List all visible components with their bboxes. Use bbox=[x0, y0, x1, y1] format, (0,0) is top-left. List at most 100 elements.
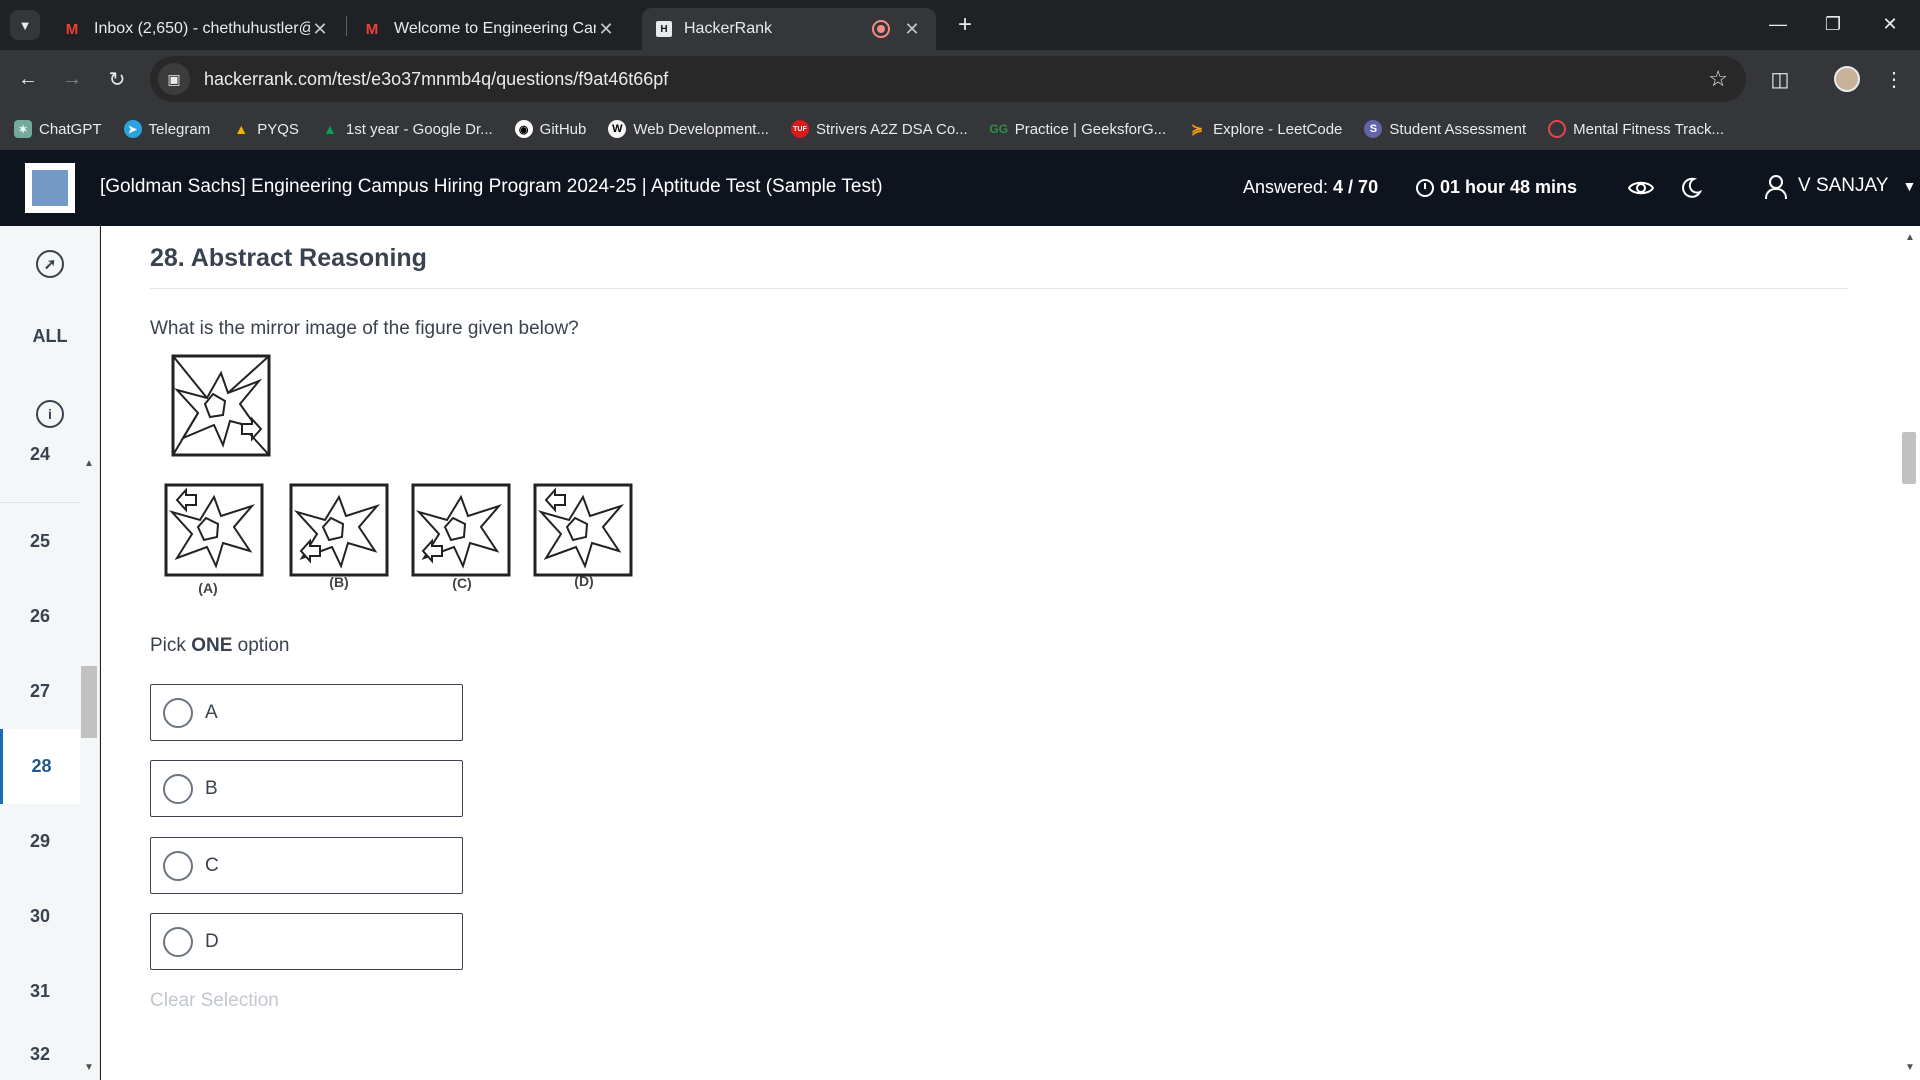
sidebar-scrollbar-thumb[interactable] bbox=[81, 666, 97, 738]
avatar bbox=[1834, 66, 1860, 92]
bookmark-chatgpt[interactable]: ✶ ChatGPT bbox=[14, 120, 102, 138]
extensions-icon[interactable]: ◫ bbox=[1764, 63, 1796, 95]
window-close-button[interactable]: ✕ bbox=[1870, 8, 1910, 40]
question-nav-25[interactable]: 25 bbox=[0, 504, 80, 579]
figure-option-c bbox=[411, 483, 511, 577]
close-icon[interactable]: ✕ bbox=[310, 19, 330, 40]
bookmark-mental-fitness[interactable]: Mental Fitness Track... bbox=[1548, 120, 1724, 138]
bookmark-telegram[interactable]: ➤ Telegram bbox=[123, 120, 210, 138]
browser-menu-icon[interactable]: ⋮ bbox=[1878, 63, 1910, 95]
tab-search-dropdown[interactable]: ▼ bbox=[10, 10, 40, 40]
radio-button[interactable] bbox=[163, 926, 193, 957]
bookmark-label: PYQS bbox=[257, 120, 299, 138]
bookmark-label: ChatGPT bbox=[39, 120, 102, 138]
clear-selection-link[interactable]: Clear Selection bbox=[150, 990, 279, 1012]
leetcode-icon: ≽ bbox=[1191, 120, 1203, 137]
clock-icon bbox=[1416, 178, 1434, 197]
bookmark-geeksforgeeks[interactable]: GG Practice | GeeksforG... bbox=[989, 120, 1167, 138]
info-icon[interactable]: i bbox=[36, 400, 64, 428]
close-icon[interactable]: ✕ bbox=[596, 19, 616, 40]
address-bar[interactable]: ▣ hackerrank.com/test/e3o37mnmb4q/questi… bbox=[150, 56, 1746, 102]
divider bbox=[150, 288, 1848, 289]
tab-hackerrank[interactable]: H HackerRank ✕ bbox=[642, 8, 936, 50]
bookmark-leetcode[interactable]: ≽ Explore - LeetCode bbox=[1188, 120, 1342, 138]
answered-label: Answered: bbox=[1243, 177, 1334, 197]
test-header: [Goldman Sachs] Engineering Campus Hirin… bbox=[0, 150, 1920, 226]
tab-title: Inbox (2,650) - chethuhustler@ bbox=[94, 20, 310, 37]
dark-mode-icon[interactable] bbox=[1676, 174, 1706, 202]
radio-button[interactable] bbox=[163, 697, 193, 728]
scroll-up-arrow[interactable]: ▲ bbox=[1905, 232, 1915, 243]
tab-gmail-inbox[interactable]: M Inbox (2,650) - chethuhustler@ ✕ bbox=[48, 8, 344, 50]
bookmark-label: GitHub bbox=[539, 120, 587, 138]
question-nav-32[interactable]: 32 bbox=[0, 1029, 80, 1079]
bookmark-star-icon[interactable]: ☆ bbox=[1708, 66, 1728, 92]
browser-toolbar: ← → ↻ ▣ hackerrank.com/test/e3o37mnmb4q/… bbox=[0, 50, 1920, 108]
test-title: [Goldman Sachs] Engineering Campus Hirin… bbox=[100, 176, 883, 197]
answered-value: 4 / 70 bbox=[1333, 177, 1379, 197]
minimize-button[interactable]: — bbox=[1758, 8, 1798, 40]
bookmark-label: Practice | GeeksforG... bbox=[1014, 120, 1167, 138]
page-scrollbar-thumb[interactable] bbox=[1902, 432, 1916, 484]
restore-button[interactable]: ❐ bbox=[1813, 8, 1853, 40]
tab-separator bbox=[346, 16, 347, 36]
user-menu[interactable]: V SANJAY ▼ bbox=[1764, 174, 1916, 199]
option-d[interactable]: D bbox=[150, 913, 463, 970]
eye-icon[interactable] bbox=[1626, 174, 1656, 202]
profile-avatar[interactable] bbox=[1831, 63, 1863, 95]
back-button[interactable]: ← bbox=[12, 63, 44, 95]
question-nav-24[interactable]: 24 bbox=[0, 429, 80, 479]
option-label: C bbox=[205, 854, 219, 876]
gmail-icon: M bbox=[65, 20, 79, 38]
browser-tab-bar: ▼ M Inbox (2,650) - chethuhustler@ ✕ M W… bbox=[0, 0, 1920, 50]
question-nav-26[interactable]: 26 bbox=[0, 579, 80, 654]
bookmark-github[interactable]: ◉ GitHub bbox=[514, 120, 587, 138]
option-label: A bbox=[205, 701, 218, 723]
compass-icon[interactable]: ➚ bbox=[36, 250, 64, 278]
tab-gmail-welcome[interactable]: M Welcome to Engineering Camp ✕ bbox=[348, 8, 630, 50]
bookmark-pyqs[interactable]: ▲ PYQS bbox=[232, 120, 299, 138]
radio-button[interactable] bbox=[163, 773, 193, 804]
radio-button[interactable] bbox=[163, 850, 193, 881]
scroll-down-arrow[interactable]: ▼ bbox=[84, 1062, 94, 1073]
question-nav-30[interactable]: 30 bbox=[0, 879, 80, 954]
site-info-icon[interactable]: ▣ bbox=[158, 63, 190, 95]
bookmark-label: Explore - LeetCode bbox=[1213, 120, 1343, 138]
question-figure bbox=[150, 343, 276, 465]
bookmarks-bar: ✶ ChatGPT ➤ Telegram ▲ PYQS ▲ 1st year - Goo… bbox=[0, 108, 1920, 150]
reload-button[interactable]: ↻ bbox=[101, 63, 133, 95]
question-nav-29[interactable]: 29 bbox=[0, 804, 80, 879]
teams-icon: S bbox=[1364, 120, 1383, 138]
question-panel: 28. Abstract Reasoning What is the mirro… bbox=[101, 226, 1900, 1080]
tab-title: Welcome to Engineering Camp bbox=[394, 20, 596, 37]
url-text: hackerrank.com/test/e3o37mnmb4q/question… bbox=[204, 68, 669, 89]
page-scrollbar[interactable]: ▲ ▼ bbox=[1900, 226, 1920, 1080]
bookmark-google-drive[interactable]: ▲ 1st year - Google Dr... bbox=[321, 120, 493, 138]
bookmark-strivers[interactable]: TUF Strivers A2Z DSA Co... bbox=[790, 120, 968, 138]
option-b[interactable]: B bbox=[150, 760, 463, 817]
scroll-up-arrow[interactable]: ▲ bbox=[84, 458, 94, 469]
bookmark-label: Mental Fitness Track... bbox=[1573, 120, 1725, 138]
question-title: 28. Abstract Reasoning bbox=[150, 244, 427, 272]
question-nav-27[interactable]: 27 bbox=[0, 654, 80, 729]
goldman-sachs-logo bbox=[32, 170, 68, 206]
geeksforgeeks-icon: GG bbox=[989, 122, 1009, 136]
divider bbox=[0, 502, 80, 503]
company-logo bbox=[25, 163, 75, 213]
takeuforward-icon: TUF bbox=[790, 120, 809, 138]
option-a[interactable]: A bbox=[150, 684, 463, 741]
option-c[interactable]: C bbox=[150, 837, 463, 894]
bookmark-student-assessment[interactable]: S Student Assessment bbox=[1364, 120, 1526, 138]
timer: 01 hour 48 mins bbox=[1416, 177, 1577, 198]
pick-instruction: Pick ONE option bbox=[150, 635, 289, 657]
question-nav-31[interactable]: 31 bbox=[0, 954, 80, 1029]
figure-option-d bbox=[533, 483, 633, 577]
bookmark-web-dev[interactable]: W Web Development... bbox=[608, 120, 769, 138]
scroll-down-arrow[interactable]: ▼ bbox=[1905, 1062, 1915, 1073]
question-nav-28[interactable]: 28 bbox=[0, 729, 80, 804]
new-tab-button[interactable]: + bbox=[950, 10, 980, 40]
forward-button[interactable]: → bbox=[56, 63, 88, 95]
filter-all[interactable]: ALL bbox=[0, 326, 100, 347]
google-drive-icon: ▲ bbox=[322, 121, 337, 137]
close-icon[interactable]: ✕ bbox=[902, 19, 922, 40]
